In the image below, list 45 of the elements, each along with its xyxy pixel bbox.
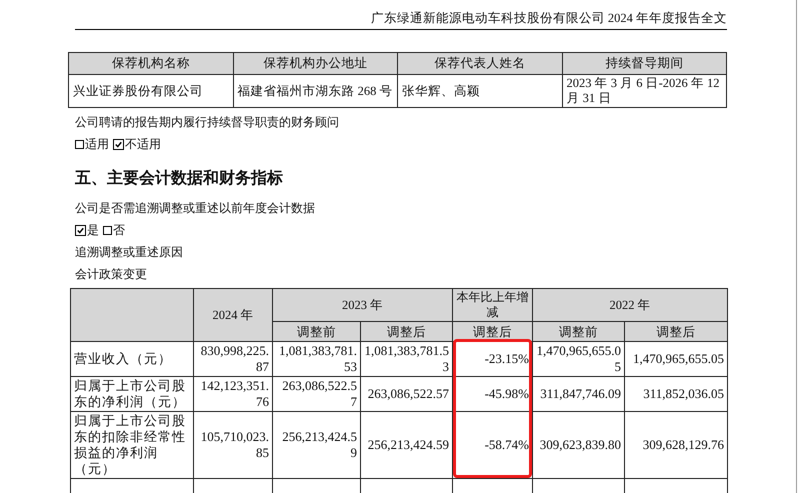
column-header: 2022 年: [532, 288, 728, 322]
table-cell: -58.74%: [452, 412, 532, 478]
table-cell: 256,213,424.59: [272, 412, 360, 478]
table-cell: 311,847,746.09: [532, 376, 624, 412]
table-cell: 311,852,036.05: [624, 376, 728, 412]
option-label: 否: [113, 222, 125, 238]
option-label: 不适用: [125, 136, 161, 152]
table-cell: 105,710,023.85: [194, 412, 272, 478]
column-header: 调整后: [360, 322, 452, 342]
column-header: 本年比上年增减: [452, 288, 532, 322]
table-cell: 830,998,225.87: [194, 342, 272, 376]
column-header: 2024 年: [194, 288, 272, 342]
table-cell: 1,470,965,655.05: [624, 342, 728, 376]
row-label: 归属于上市公司股东的扣除非经常性损益的净利润（元）: [70, 412, 194, 478]
column-header: 调整前: [532, 322, 624, 342]
table-cell: 309,623,839.80: [532, 412, 624, 478]
column-header: 2023 年: [272, 288, 452, 322]
table-cell: 1,081,383,781.53: [272, 342, 360, 376]
note-text: 公司聘请的报告期内履行持续督导职责的财务顾问: [75, 114, 340, 130]
column-header: 保荐代表人姓名: [398, 52, 562, 74]
table-cell: 256,213,424.59: [360, 412, 452, 478]
table-cell: 1,081,383,781.53: [360, 342, 452, 376]
reason-label: 追溯调整或重述原因: [75, 244, 184, 260]
page-header: 广东绿通新能源电动车科技股份有限公司 2024 年年度报告全文: [370, 10, 727, 26]
column-header: 保荐机构办公地址: [233, 52, 398, 74]
column-header: 调整前: [272, 322, 360, 342]
column-header: 持续督导期间: [562, 52, 726, 74]
option-label: 是: [87, 222, 99, 238]
column-header: 调整后: [624, 322, 728, 342]
section-title: 五、主要会计数据和财务指标: [75, 168, 284, 188]
column-header: 保荐机构名称: [68, 52, 233, 74]
row-label: 营业收入（元）: [70, 342, 194, 376]
question-text: 公司是否需追溯调整或重述以前年度会计数据: [75, 200, 316, 216]
table-cell: 1,470,965,655.05: [532, 342, 624, 376]
table-cell: 兴业证券股份有限公司: [68, 74, 233, 108]
table-cell: 福建省福州市湖东路 268 号: [233, 74, 398, 108]
table-cell: 张华辉、高颖: [398, 74, 562, 108]
table-cell: 2023 年 3 月 6 日-2026 年 12 月 31 日: [562, 74, 726, 108]
reason-text: 会计政策变更: [75, 266, 148, 282]
table-cell: 263,086,522.57: [360, 376, 452, 412]
option-label: 适用: [85, 136, 109, 152]
table-cell: 263,086,522.57: [272, 376, 360, 412]
row-label: 归属于上市公司股东的净利润（元）: [70, 376, 194, 412]
table-cell: 142,123,351.76: [194, 376, 272, 412]
table-cell: 309,628,129.76: [624, 412, 728, 478]
